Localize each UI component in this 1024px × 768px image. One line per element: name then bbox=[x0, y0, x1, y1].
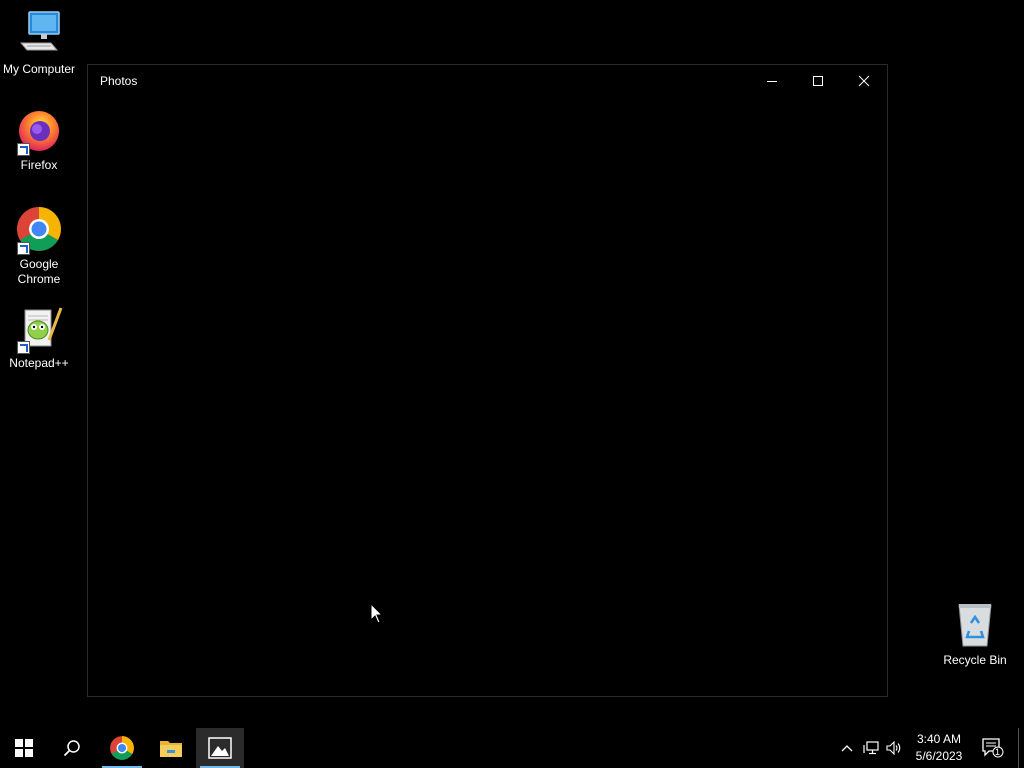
chevron-up-icon bbox=[841, 745, 853, 752]
volume-button[interactable] bbox=[883, 728, 905, 768]
firefox-icon bbox=[15, 106, 63, 156]
desktop-icon-google-chrome[interactable]: Google Chrome bbox=[1, 205, 77, 287]
photos-content-area bbox=[88, 97, 887, 696]
photos-window[interactable]: Photos bbox=[87, 64, 888, 697]
minimize-icon bbox=[767, 81, 777, 82]
network-icon bbox=[863, 741, 879, 755]
action-center-button[interactable]: 1 bbox=[978, 728, 1008, 768]
chrome-icon bbox=[110, 736, 134, 760]
window-titlebar[interactable]: Photos bbox=[88, 65, 887, 97]
shortcut-arrow-icon bbox=[17, 242, 30, 255]
clock-date: 5/6/2023 bbox=[915, 749, 963, 763]
file-explorer-icon bbox=[160, 741, 182, 757]
clock-button[interactable]: 3:40 AM 5/6/2023 bbox=[906, 731, 972, 765]
shortcut-arrow-icon bbox=[17, 143, 30, 156]
taskbar: 3:40 AM 5/6/2023 1 bbox=[0, 728, 1024, 768]
window-title: Photos bbox=[100, 74, 138, 88]
desktop-icon-my-computer[interactable]: My Computer bbox=[1, 10, 77, 77]
maximize-button[interactable] bbox=[795, 65, 841, 97]
show-desktop-button[interactable] bbox=[1018, 728, 1024, 768]
network-button[interactable] bbox=[860, 728, 882, 768]
taskbar-chrome-button[interactable] bbox=[98, 728, 146, 768]
computer-icon bbox=[15, 10, 63, 58]
taskbar-file-explorer-button[interactable] bbox=[147, 728, 195, 768]
desktop-icon-label: Firefox bbox=[20, 158, 58, 172]
notification-icon bbox=[982, 738, 1004, 758]
desktop-icon-label: Recycle Bin bbox=[943, 653, 1007, 667]
shortcut-arrow-icon bbox=[17, 341, 30, 354]
photos-icon bbox=[208, 737, 232, 759]
recycle-bin-icon bbox=[951, 601, 999, 649]
desktop-icon-notepad-plus-plus[interactable]: Notepad++ bbox=[1, 304, 77, 371]
taskbar-photos-button[interactable] bbox=[196, 728, 244, 768]
desktop-icon-recycle-bin[interactable]: Recycle Bin bbox=[937, 601, 1013, 668]
search-icon bbox=[63, 740, 80, 757]
notification-count-badge: 1 bbox=[995, 747, 1001, 757]
desktop: My Computer Firefox Google Chrome Notepa… bbox=[0, 0, 1024, 728]
desktop-icon-firefox[interactable]: Firefox bbox=[1, 106, 77, 173]
desktop-icon-label: My Computer bbox=[2, 62, 76, 76]
minimize-button[interactable] bbox=[749, 65, 795, 97]
show-hidden-icons-button[interactable] bbox=[836, 728, 858, 768]
windows-start-icon bbox=[15, 739, 33, 757]
volume-icon bbox=[886, 741, 901, 755]
mouse-cursor-icon bbox=[370, 603, 384, 624]
desktop-icon-label: Notepad++ bbox=[9, 356, 69, 370]
close-button[interactable] bbox=[841, 65, 887, 97]
clock-time: 3:40 AM bbox=[916, 732, 962, 746]
start-button[interactable] bbox=[0, 728, 48, 768]
maximize-icon bbox=[813, 76, 823, 86]
notepadpp-icon bbox=[15, 304, 63, 354]
search-button[interactable] bbox=[48, 728, 96, 768]
close-icon bbox=[858, 75, 870, 87]
desktop-icon-label: Google Chrome bbox=[17, 257, 61, 286]
chrome-icon bbox=[15, 205, 63, 255]
